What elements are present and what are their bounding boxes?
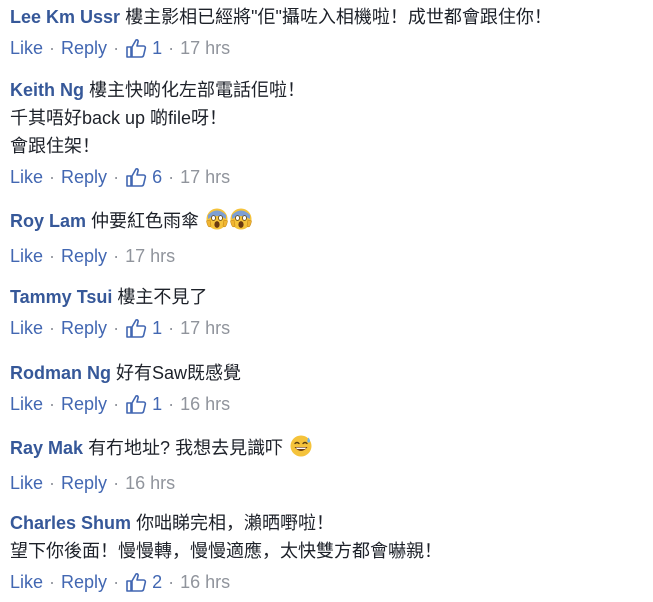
like-count-number: 6 (152, 167, 163, 187)
comment-text: 樓主影相已經將"佢"攝咗入相機啦！成世都會跟住你！ (125, 7, 552, 27)
comment-text: 好有Saw既感覺 (116, 363, 242, 383)
comment-text: 你咄睇完相，瀨晒嘢啦！ (136, 513, 335, 533)
reply-button[interactable]: Reply (61, 36, 107, 60)
reaction-count[interactable]: 6 (125, 165, 162, 189)
separator-dot: · (49, 38, 56, 58)
comment-actions: Like · Reply · 1 · 17 hrs (10, 316, 645, 340)
separator-dot: · (168, 572, 175, 592)
thumbs-up-icon (126, 168, 147, 187)
comment-author[interactable]: Charles Shum (10, 513, 131, 533)
comment-text: 仲要紅色雨傘 (91, 211, 200, 231)
comment-actions: Like · Reply · 1 · 16 hrs (10, 392, 645, 416)
like-button[interactable]: Like (10, 570, 43, 594)
comment-author[interactable]: Lee Km Ussr (10, 7, 120, 27)
comment-body: Lee Km Ussr 樓主影相已經將"佢"攝咗入相機啦！成世都會跟住你！ (10, 3, 645, 31)
like-button[interactable]: Like (10, 471, 43, 495)
comment-body: Charles Shum 你咄睇完相，瀨晒嘢啦！ (10, 509, 645, 537)
reply-button[interactable]: Reply (61, 392, 107, 416)
thumbs-up-icon (126, 319, 147, 338)
reply-button[interactable]: Reply (61, 165, 107, 189)
comment-actions: Like · Reply · 6 · 17 hrs (10, 165, 645, 189)
comment-actions: Like · Reply · 17 hrs (10, 244, 645, 268)
like-button[interactable]: Like (10, 392, 43, 416)
reaction-count[interactable]: 1 (125, 36, 162, 60)
comment-body: Rodman Ng 好有Saw既感覺 (10, 359, 645, 387)
comment-author[interactable]: Rodman Ng (10, 363, 111, 383)
comment-timestamp[interactable]: 16 hrs (180, 570, 230, 594)
comment-author[interactable]: Roy Lam (10, 211, 86, 231)
separator-dot: · (168, 38, 175, 58)
comment-actions: Like · Reply · 1 · 17 hrs (10, 36, 645, 60)
comment: Lee Km Ussr 樓主影相已經將"佢"攝咗入相機啦！成世都會跟住你！ Li… (10, 3, 645, 60)
separator-dot: · (49, 473, 56, 493)
reply-button[interactable]: Reply (61, 316, 107, 340)
comment: Tammy Tsui 樓主不見了 Like · Reply · 1 · 17 h… (10, 283, 645, 340)
comment-body: Roy Lam 仲要紅色雨傘 (10, 207, 645, 239)
like-count-number: 1 (152, 318, 163, 338)
separator-dot: · (49, 167, 56, 187)
reaction-count[interactable]: 1 (125, 316, 162, 340)
comment-author[interactable]: Ray Mak (10, 438, 83, 458)
separator-dot: · (168, 394, 175, 414)
comment-author[interactable]: Tammy Tsui (10, 287, 112, 307)
like-count-number: 1 (152, 38, 163, 58)
comment-text-line: 會跟住架！ (10, 136, 100, 156)
reaction-count[interactable]: 2 (125, 570, 162, 594)
scream-emoji-icon (205, 207, 253, 239)
reply-button[interactable]: Reply (61, 244, 107, 268)
like-count-number: 2 (152, 572, 163, 592)
reply-button[interactable]: Reply (61, 471, 107, 495)
separator-dot: · (113, 167, 120, 187)
separator-dot: · (49, 572, 56, 592)
comment-timestamp[interactable]: 16 hrs (180, 392, 230, 416)
separator-dot: · (113, 572, 120, 592)
comment-actions: Like · Reply · 2 · 16 hrs (10, 570, 645, 594)
comment-list: Lee Km Ussr 樓主影相已經將"佢"攝咗入相機啦！成世都會跟住你！ Li… (0, 0, 653, 602)
reply-button[interactable]: Reply (61, 570, 107, 594)
comment-body: Keith Ng 樓主快啲化左部電話佢啦！ (10, 76, 645, 104)
separator-dot: · (49, 246, 56, 266)
comment: Rodman Ng 好有Saw既感覺 Like · Reply · 1 · 16… (10, 359, 645, 416)
comment: Roy Lam 仲要紅色雨傘 Like · Reply · 17 hrs (10, 207, 645, 268)
comment-timestamp[interactable]: 17 hrs (180, 165, 230, 189)
comment-timestamp[interactable]: 17 hrs (180, 36, 230, 60)
comment-body: Ray Mak 有冇地址? 我想去見識吓 (10, 434, 645, 466)
comment-text-line: 千其唔好back up 啲file呀！ (10, 108, 228, 128)
sweat-smile-emoji-icon (289, 434, 313, 466)
separator-dot: · (168, 318, 175, 338)
separator-dot: · (49, 394, 56, 414)
like-count-number: 1 (152, 394, 163, 414)
separator-dot: · (168, 167, 175, 187)
comment-timestamp[interactable]: 17 hrs (125, 244, 175, 268)
comment-text: 有冇地址? 我想去見識吓 (88, 438, 284, 458)
comment-text-line: 望下你後面！慢慢轉，慢慢適應，太快雙方都會嚇親！ (10, 541, 442, 561)
thumbs-up-icon (126, 39, 147, 58)
like-button[interactable]: Like (10, 316, 43, 340)
comment: Ray Mak 有冇地址? 我想去見識吓 Like · Reply · 16 h… (10, 434, 645, 495)
comment: Charles Shum 你咄睇完相，瀨晒嘢啦！ 望下你後面！慢慢轉，慢慢適應，… (10, 509, 645, 594)
comment-timestamp[interactable]: 16 hrs (125, 471, 175, 495)
separator-dot: · (113, 318, 120, 338)
like-button[interactable]: Like (10, 36, 43, 60)
comment-actions: Like · Reply · 16 hrs (10, 471, 645, 495)
comment-body: Tammy Tsui 樓主不見了 (10, 283, 645, 311)
separator-dot: · (113, 394, 120, 414)
thumbs-up-icon (126, 573, 147, 592)
separator-dot: · (49, 318, 56, 338)
comment-text: 樓主不見了 (117, 287, 208, 307)
like-button[interactable]: Like (10, 244, 43, 268)
thumbs-up-icon (126, 395, 147, 414)
comment-timestamp[interactable]: 17 hrs (180, 316, 230, 340)
separator-dot: · (113, 473, 120, 493)
comment-author[interactable]: Keith Ng (10, 80, 84, 100)
separator-dot: · (113, 246, 120, 266)
like-button[interactable]: Like (10, 165, 43, 189)
comment: Keith Ng 樓主快啲化左部電話佢啦！ 千其唔好back up 啲file呀… (10, 76, 645, 189)
reaction-count[interactable]: 1 (125, 392, 162, 416)
separator-dot: · (113, 38, 120, 58)
comment-text: 樓主快啲化左部電話佢啦！ (89, 80, 306, 100)
